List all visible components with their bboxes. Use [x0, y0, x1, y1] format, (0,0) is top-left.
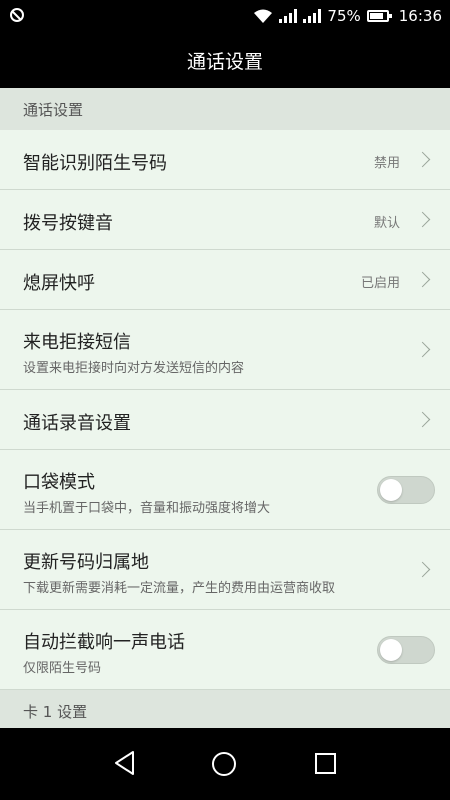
setting-block-ring-once: 自动拦截响一声电话 仅限陌生号码 — [0, 610, 450, 690]
setting-call-recording[interactable]: 通话录音设置 — [0, 390, 450, 450]
pocket-mode-toggle[interactable] — [377, 476, 435, 504]
setting-pocket-mode: 口袋模式 当手机置于口袋中，音量和振动强度将增大 — [0, 450, 450, 530]
chevron-right-icon — [414, 411, 431, 428]
setting-reject-sms[interactable]: 来电拒接短信 设置来电拒接时向对方发送短信的内容 — [0, 310, 450, 390]
setting-title: 自动拦截响一声电话 — [23, 632, 185, 653]
home-icon[interactable] — [212, 752, 236, 776]
chevron-right-icon — [414, 341, 431, 358]
setting-value: 已启用 — [360, 276, 400, 291]
setting-dial-tone[interactable]: 拨号按键音 默认 — [0, 190, 450, 250]
toggle-knob — [380, 639, 402, 661]
no-disturb-icon — [10, 8, 24, 22]
battery-percent: 75% — [327, 7, 361, 25]
status-bar: 75% 16:36 — [0, 0, 450, 33]
clock: 16:36 — [398, 7, 442, 25]
section-header-call-settings: 通话设置 — [0, 88, 450, 130]
page-title: 通话设置 — [0, 33, 450, 88]
screen: 75% 16:36 通话设置 通话设置 智能识别陌生号码 禁用 拨号按键音 默认… — [0, 0, 450, 800]
chevron-right-icon — [414, 211, 431, 228]
setting-subtitle: 当手机置于口袋中，音量和振动强度将增大 — [23, 501, 271, 516]
setting-smart-identify[interactable]: 智能识别陌生号码 禁用 — [0, 130, 450, 190]
toggle-knob — [380, 479, 402, 501]
setting-screen-off-quick-call[interactable]: 熄屏快呼 已启用 — [0, 250, 450, 310]
signal-icon — [279, 9, 298, 23]
chevron-right-icon — [414, 271, 431, 288]
setting-subtitle: 下载更新需要消耗一定流量，产生的费用由运营商收取 — [23, 581, 336, 596]
wifi-icon — [254, 9, 273, 23]
signal-icon — [303, 9, 322, 23]
setting-update-location[interactable]: 更新号码归属地 下载更新需要消耗一定流量，产生的费用由运营商收取 — [0, 530, 450, 610]
status-right: 75% 16:36 — [253, 6, 442, 26]
setting-title: 熄屏快呼 — [23, 273, 95, 294]
setting-title: 通话录音设置 — [23, 413, 131, 434]
settings-list[interactable]: 通话设置 智能识别陌生号码 禁用 拨号按键音 默认 熄屏快呼 已启用 来电拒接短… — [0, 88, 450, 728]
recent-apps-icon[interactable] — [315, 753, 336, 774]
setting-title: 更新号码归属地 — [23, 552, 149, 573]
battery-icon — [366, 10, 392, 22]
chevron-right-icon — [414, 151, 431, 168]
block-ring-once-toggle[interactable] — [377, 636, 435, 664]
chevron-right-icon — [414, 561, 431, 578]
setting-value: 禁用 — [373, 156, 400, 171]
back-icon[interactable] — [113, 750, 137, 776]
setting-subtitle: 设置来电拒接时向对方发送短信的内容 — [23, 361, 245, 376]
setting-value: 默认 — [373, 216, 400, 231]
section-header-card1: 卡 1 设置 — [0, 690, 450, 728]
setting-title: 来电拒接短信 — [23, 332, 131, 353]
setting-subtitle: 仅限陌生号码 — [23, 661, 102, 676]
setting-title: 智能识别陌生号码 — [23, 153, 167, 174]
navigation-bar — [0, 728, 450, 800]
setting-title: 拨号按键音 — [23, 213, 113, 234]
setting-title: 口袋模式 — [23, 472, 95, 493]
